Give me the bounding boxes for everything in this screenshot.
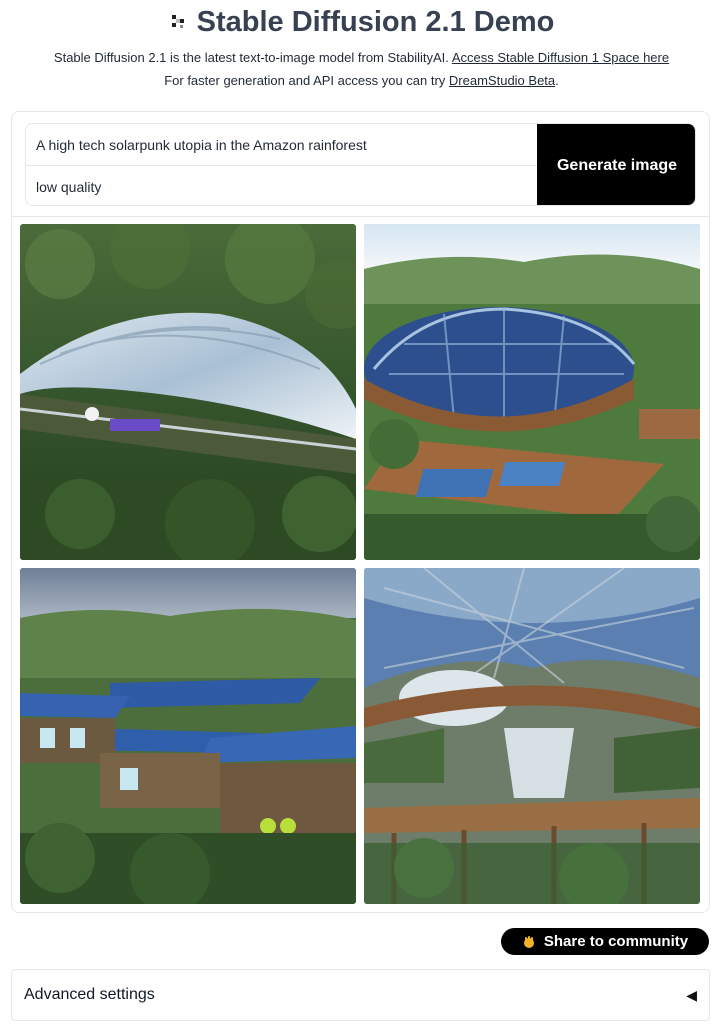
negative-prompt-input[interactable] (26, 166, 537, 205)
subtitle-text-2: For faster generation and API access you… (164, 73, 446, 88)
advanced-settings-label: Advanced settings (24, 986, 155, 1003)
share-to-community-button[interactable]: Share to community (501, 928, 709, 955)
header: Stable Diffusion 2.1 Demo Stable Diffusi… (0, 0, 723, 92)
dreamstudio-link[interactable]: DreamStudio Beta (449, 73, 555, 88)
stability-logo-icon (171, 15, 184, 28)
sd1-space-link[interactable]: Access Stable Diffusion 1 Space here (452, 50, 669, 65)
prompt-box: Generate image (25, 123, 696, 206)
generated-image-4[interactable] (364, 568, 700, 904)
subtitle-suffix: . (555, 73, 559, 88)
generated-image-1[interactable] (20, 224, 356, 560)
generated-image-3[interactable] (20, 568, 356, 904)
image-gallery (20, 224, 701, 905)
share-label: Share to community (543, 933, 689, 950)
subtitle-text-1: Stable Diffusion 2.1 is the latest text-… (53, 50, 449, 65)
generate-image-button[interactable]: Generate image (537, 124, 695, 205)
community-hand-icon (523, 935, 534, 948)
generated-image-2[interactable] (364, 224, 700, 560)
main-card: Generate image (11, 111, 710, 913)
caret-left-icon: ◀ (686, 986, 697, 1003)
advanced-settings-accordion[interactable]: Advanced settings ◀ (11, 969, 710, 1021)
page-title: Stable Diffusion 2.1 Demo (196, 5, 555, 38)
title-row: Stable Diffusion 2.1 Demo (0, 4, 723, 40)
card-divider (12, 216, 709, 217)
subtitle: Stable Diffusion 2.1 is the latest text-… (0, 46, 723, 92)
input-area (26, 124, 537, 205)
prompt-input[interactable] (26, 124, 537, 165)
subtitle-line-2: For faster generation and API access you… (0, 69, 723, 92)
subtitle-line-1: Stable Diffusion 2.1 is the latest text-… (0, 46, 723, 69)
